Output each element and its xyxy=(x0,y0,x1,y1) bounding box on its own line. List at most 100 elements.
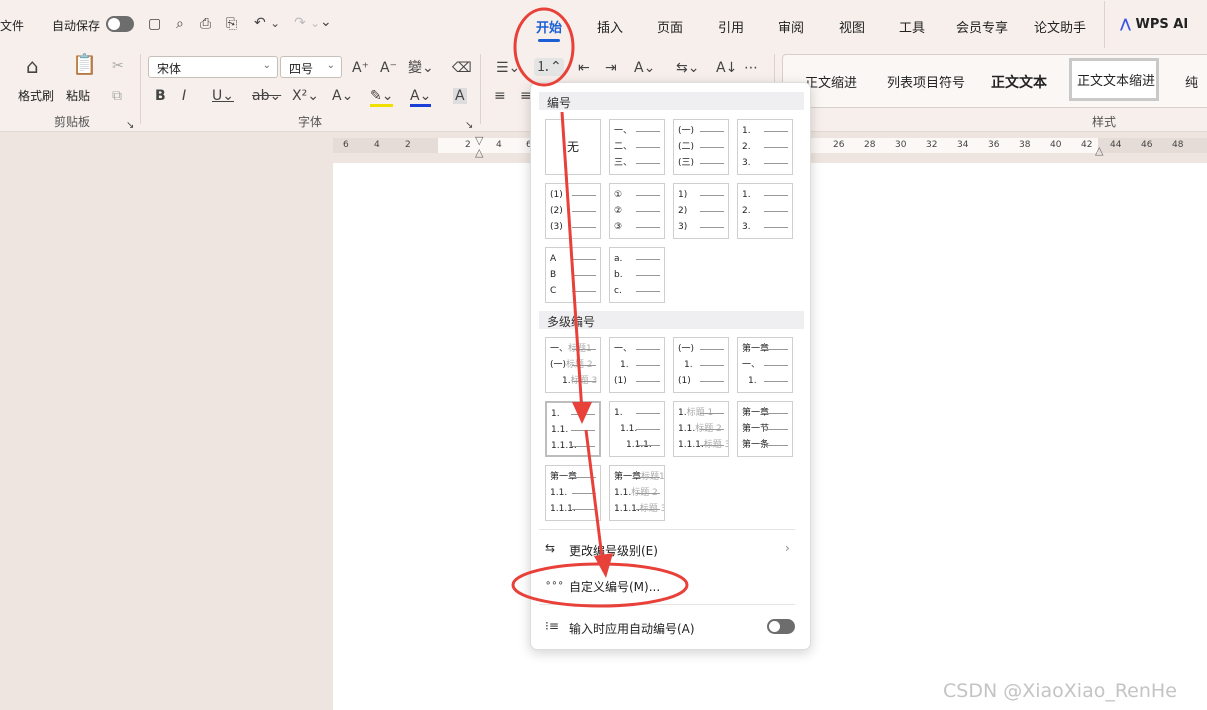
format-painter-button[interactable]: 格式刷 xyxy=(18,87,54,104)
chevron-down-icon: ⌄ xyxy=(262,60,271,71)
autosave-toggle[interactable] xyxy=(106,16,134,32)
print-preview-icon[interactable]: ⎘ xyxy=(226,16,237,32)
show-marks-icon[interactable]: ⋯ xyxy=(744,60,758,76)
tab-tools[interactable]: 工具 xyxy=(899,17,925,36)
shrink-font-icon[interactable]: A⁻ xyxy=(380,60,397,76)
multilevel-option[interactable]: 第一章 第一节 第一条 xyxy=(737,401,793,457)
multilevel-option[interactable]: 1.标题 1 1.1.标题 2 1.1.1.标题 3 xyxy=(673,401,729,457)
numbering-option[interactable]: 1. 2. 3. xyxy=(737,119,793,175)
dialog-launcher-icon[interactable]: ↘ xyxy=(126,118,134,134)
paste-icon[interactable]: 📋 xyxy=(72,54,97,74)
tab-review[interactable]: 审阅 xyxy=(778,17,804,36)
level-number: 1.1.1. xyxy=(614,504,640,514)
chinese-layout-icon[interactable]: A⌄ xyxy=(634,60,655,76)
numbering-option[interactable]: (1) (2) (3) xyxy=(545,183,601,239)
tab-member[interactable]: 会员专享 xyxy=(956,17,1008,36)
bullets-icon[interactable]: ☰⌄ xyxy=(496,60,520,76)
sort-icon[interactable]: ⇆⌄ xyxy=(676,60,699,76)
indent-marker-icon[interactable]: △ xyxy=(475,146,483,159)
print-icon[interactable]: ⎙ xyxy=(200,16,211,32)
numbering-line: 一、 xyxy=(614,123,664,139)
style-plain[interactable]: 纯 xyxy=(1185,72,1198,91)
font-color-icon[interactable]: A⌄ xyxy=(410,88,432,107)
multilevel-option[interactable]: 1. 1.1. 1.1.1. xyxy=(609,401,665,457)
dialog-launcher-icon[interactable]: ↘ xyxy=(465,118,473,134)
custom-numbering-item[interactable]: 自定义编号(M)... xyxy=(569,578,660,595)
numbering-line: A xyxy=(550,251,600,267)
tab-paper-assistant[interactable]: 论文助手 xyxy=(1034,17,1086,36)
ruler-tick: 4 xyxy=(496,140,502,150)
multilevel-option[interactable]: 第一章 一、 1. xyxy=(737,337,793,393)
level-heading: 标题 3 xyxy=(639,504,665,514)
change-level-item[interactable]: 更改编号级别(E) xyxy=(569,542,658,559)
strikethrough-icon[interactable]: ab⌄ xyxy=(252,88,281,104)
style-body-text-indent[interactable]: 正文文本缩进 xyxy=(1069,58,1159,101)
superscript-icon[interactable]: X²⌄ xyxy=(292,88,319,104)
phonetic-guide-icon[interactable]: 變⌄ xyxy=(408,60,434,76)
char-shading-icon[interactable]: A xyxy=(453,88,467,104)
numbering-option[interactable]: 1) 2) 3) xyxy=(673,183,729,239)
font-name-select[interactable]: 宋体 ⌄ xyxy=(148,56,278,78)
numbering-option[interactable]: ①②③ xyxy=(609,183,665,239)
text-effect-icon[interactable]: A⌄ xyxy=(332,88,353,104)
redo-icon[interactable]: ↷ ⌄ xyxy=(294,15,320,31)
tab-page[interactable]: 页面 xyxy=(657,17,683,36)
level-heading: 标题 2 xyxy=(695,424,722,434)
multilevel-option[interactable]: 第一章 1.1. 1.1.1. xyxy=(545,465,601,521)
numbering-line: b. xyxy=(614,267,664,283)
multilevel-option[interactable]: 一、 1. (1) xyxy=(609,337,665,393)
ruler-tick: 42 xyxy=(1081,140,1093,150)
multilevel-option[interactable]: (一) 1. (1) xyxy=(673,337,729,393)
file-menu[interactable]: 文件 xyxy=(0,17,24,34)
tab-home[interactable]: 开始 xyxy=(536,17,562,42)
tab-references[interactable]: 引用 xyxy=(718,17,744,36)
numbering-option[interactable]: 一、 二、 三、 xyxy=(609,119,665,175)
numbering-line: 第一条 xyxy=(742,437,792,453)
numbering-line: 1.1.标题 2 xyxy=(678,421,728,437)
style-body-text[interactable]: 正文文本 xyxy=(991,72,1047,92)
tab-insert[interactable]: 插入 xyxy=(597,17,623,36)
numbering-option[interactable]: 1. 2. 3. xyxy=(737,183,793,239)
copy-icon[interactable]: ⧉ xyxy=(112,88,122,104)
style-body-indent[interactable]: 正文缩进 xyxy=(805,72,857,91)
export-icon[interactable]: ⌕ xyxy=(176,16,184,32)
undo-icon[interactable]: ↶ ⌄ xyxy=(254,15,280,31)
save-icon[interactable]: ▢ xyxy=(148,16,161,32)
multilevel-option[interactable]: 一、标题1 (一)标题 2 1.标题 3 xyxy=(545,337,601,393)
style-list-bullet[interactable]: 列表项目符号 xyxy=(887,72,965,91)
clear-format-icon[interactable]: ⌫ xyxy=(452,60,472,76)
highlight-icon[interactable]: ✎⌄ xyxy=(370,88,394,107)
numbering-icon[interactable]: ⒈⌃ xyxy=(534,58,564,76)
numbering-option[interactable]: a. b. c. xyxy=(609,247,665,303)
tab-wps-ai[interactable]: ⋀ WPS AI xyxy=(1120,17,1188,32)
font-group-label: 字体 xyxy=(298,115,323,129)
right-indent-marker-icon[interactable]: △ xyxy=(1095,144,1103,157)
numbering-section-header: 编号 xyxy=(539,92,804,110)
more-chevron-icon[interactable]: ⌄ xyxy=(320,14,332,30)
tab-view[interactable]: 视图 xyxy=(839,17,865,36)
ruler-tick: 2 xyxy=(405,140,411,150)
paste-button[interactable]: 粘贴 xyxy=(66,87,90,104)
wps-ai-label: WPS AI xyxy=(1135,17,1189,32)
cut-icon[interactable]: ✂ xyxy=(112,58,124,74)
italic-icon[interactable]: I xyxy=(182,88,186,104)
auto-numbering-toggle[interactable] xyxy=(767,619,795,634)
numbering-option[interactable]: (一) (二) (三) xyxy=(673,119,729,175)
increase-indent-icon[interactable]: ⇥ xyxy=(605,60,617,76)
group-divider xyxy=(480,54,481,124)
numbering-none[interactable]: 无 xyxy=(545,119,601,175)
font-size-select[interactable]: 四号 ⌄ xyxy=(280,56,342,78)
underline-icon[interactable]: U⌄ xyxy=(212,88,234,104)
level-number: 1. xyxy=(678,408,687,418)
multilevel-option[interactable]: 第一章标题1 1.1.标题 2 1.1.1.标题 3 xyxy=(609,465,665,521)
decrease-indent-icon[interactable]: ⇤ xyxy=(578,60,590,76)
level-heading: 标题 2 xyxy=(631,488,658,498)
grow-font-icon[interactable]: A⁺ xyxy=(352,60,369,76)
multilevel-option-selected[interactable]: 1. 1.1. 1.1.1. xyxy=(545,401,601,457)
numbering-option[interactable]: ABC xyxy=(545,247,601,303)
text-direction-icon[interactable]: A↓ xyxy=(716,60,737,76)
format-painter-icon[interactable]: ⌂ xyxy=(26,56,39,76)
bold-icon[interactable]: B xyxy=(155,88,166,104)
align-left-icon[interactable]: ≡ xyxy=(494,88,506,104)
styles-gallery: 正文缩进 列表项目符号 正文文本 正文文本缩进 纯 xyxy=(782,54,1207,108)
